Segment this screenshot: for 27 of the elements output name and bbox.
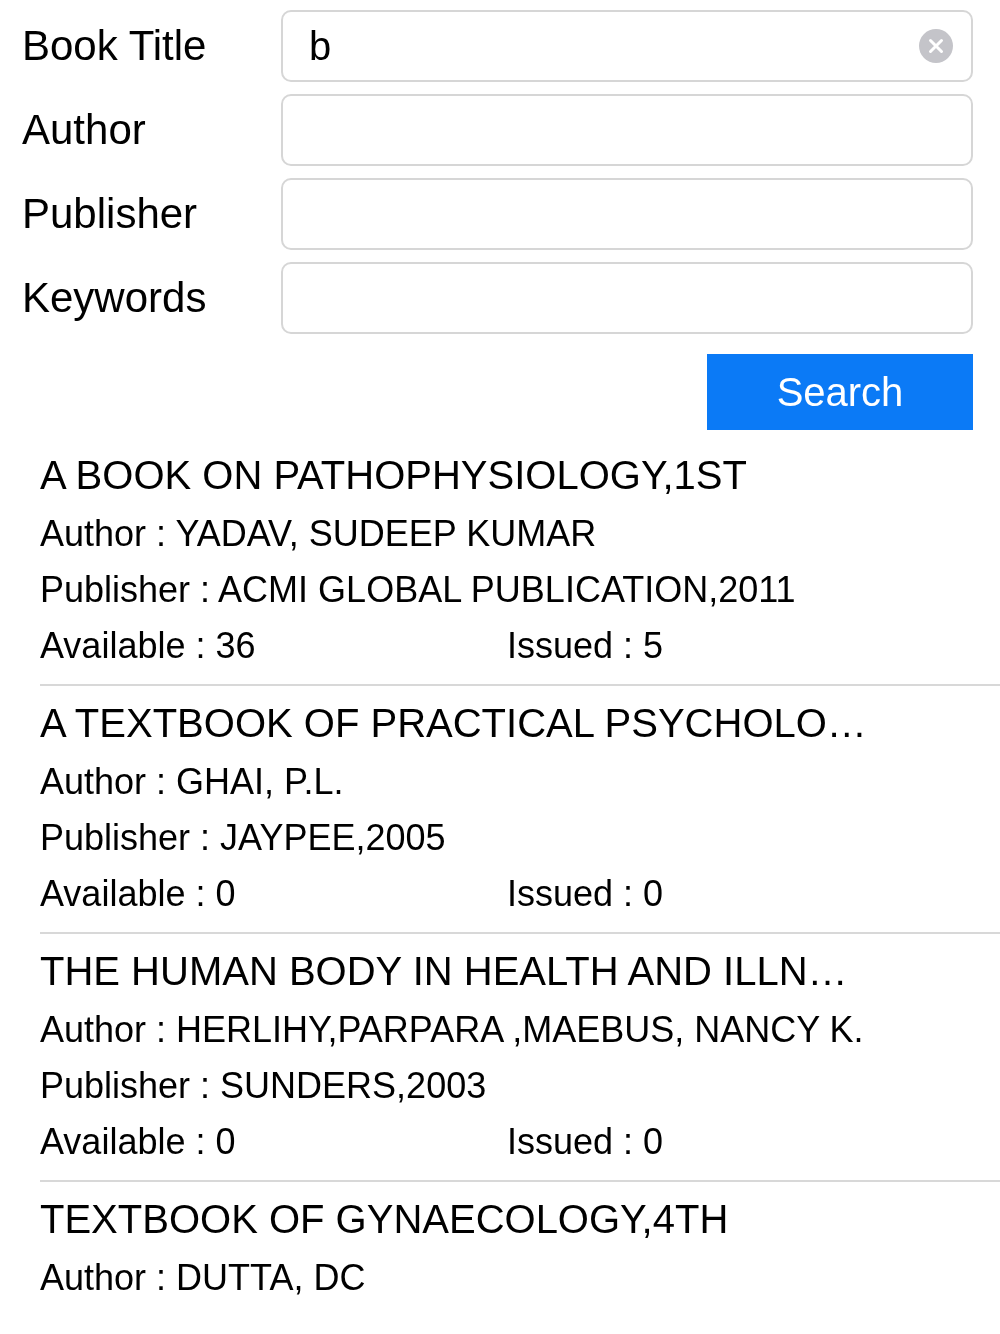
field-label: Keywords (22, 273, 207, 323)
publisher-text: Publisher : JAYPEE,2005 (40, 817, 446, 858)
text-field[interactable] (281, 178, 973, 250)
field-label: Author (22, 105, 146, 155)
available-count: Available : 0 (40, 1120, 236, 1164)
field-label: Publisher (22, 189, 198, 239)
author-text: Author : YADAV, SUDEEP KUMAR (40, 513, 597, 554)
issued-count: Issued : 0 (507, 1120, 664, 1164)
book-title: A BOOK ON PATHOPHYSIOLOGY,1ST (40, 453, 747, 497)
author-text: Author : DUTTA, DC (40, 1257, 366, 1298)
book-title: THE HUMAN BODY IN HEALTH AND ILLN… (40, 949, 848, 993)
available-count: Available : 36 (40, 624, 256, 668)
clear-icon[interactable] (919, 29, 953, 63)
issued-count: Issued : 5 (507, 624, 664, 668)
search-button[interactable]: Search (707, 354, 973, 430)
text-field[interactable] (281, 94, 973, 166)
text-field[interactable]: b (281, 10, 973, 82)
field-label: Book Title (22, 21, 207, 71)
author-text: Author : HERLIHY,PARPARA ,MAEBUS, NANCY K. (40, 1009, 864, 1050)
publisher-text: Publisher : ACMI GLOBAL PUBLICATION,2011 (40, 569, 796, 610)
text-field[interactable] (281, 262, 973, 334)
available-count: Available : 0 (40, 872, 236, 916)
book-title: TEXTBOOK OF GYNAECOLOGY,4TH (40, 1197, 729, 1241)
issued-count: Issued : 0 (507, 872, 664, 916)
publisher-text: Publisher : SUNDERS,2003 (40, 1065, 487, 1106)
author-text: Author : GHAI, P.L. (40, 761, 344, 802)
book-title: A TEXTBOOK OF PRACTICAL PSYCHOLO… (40, 701, 867, 745)
